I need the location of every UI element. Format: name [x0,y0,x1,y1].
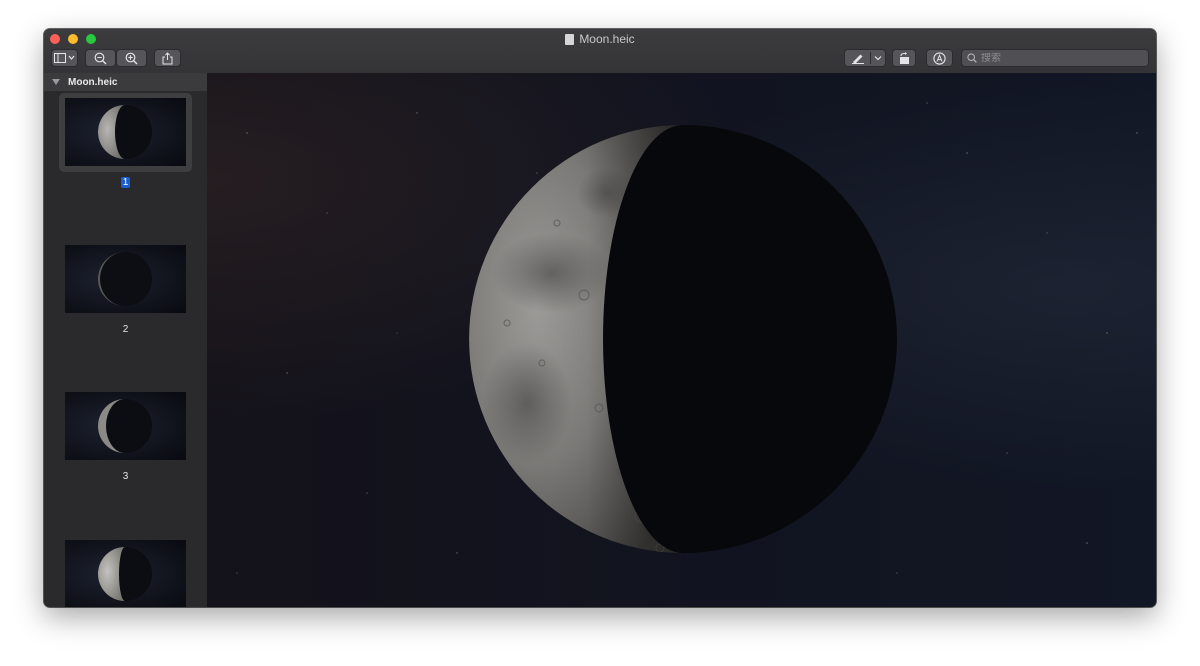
share-icon [162,51,173,64]
document-icon [565,34,575,45]
window-title-text: Moon.heic [579,32,635,46]
page-thumbnail-1[interactable]: 1 [44,91,207,211]
page-number: 3 [122,471,129,482]
page-thumbnail-4[interactable] [44,533,207,607]
title-bar: Moon.heic [44,29,1156,74]
sidebar-icon [53,53,74,63]
page-thumbnail-2[interactable]: 2 [44,238,207,358]
share-button[interactable] [154,49,181,67]
markup-circle-icon [933,51,946,65]
moon-thumbnail-image [65,98,186,166]
image-viewer[interactable] [207,73,1156,607]
page-number: 2 [122,324,129,335]
sidebar-toggle-button[interactable] [51,49,78,67]
rotate-icon [900,51,909,64]
page-thumbnail-3[interactable]: 3 [44,385,207,505]
page-number: 1 [120,177,131,188]
zoom-out-icon [94,52,107,64]
chevron-down-icon [874,56,882,61]
markup-button[interactable] [926,49,953,67]
zoom-in-icon [125,52,138,64]
sidebar-document-header[interactable]: Moon.heic [44,73,207,91]
zoom-out-button[interactable] [85,49,116,67]
moon-thumbnail-image [65,392,186,460]
sidebar-document-name: Moon.heic [68,76,118,88]
preview-window: Moon.heic 搜索 Moon.heic 1 2 3 [44,29,1156,607]
moon-thumbnail-image [65,245,186,313]
search-icon [967,53,977,63]
markup-toolbar-button[interactable] [844,49,886,67]
moon-thumbnail-image [65,540,186,607]
search-input[interactable] [981,52,1141,64]
window-title: Moon.heic [44,32,1156,46]
rotate-button[interactable] [892,49,916,67]
disclosure-triangle-icon[interactable] [52,79,60,85]
search-field[interactable] [961,49,1149,67]
zoom-in-button[interactable] [116,49,147,67]
moon-image [236,102,1138,574]
pen-icon [852,54,864,64]
thumbnail-sidebar: Moon.heic 1 2 3 [44,73,208,607]
